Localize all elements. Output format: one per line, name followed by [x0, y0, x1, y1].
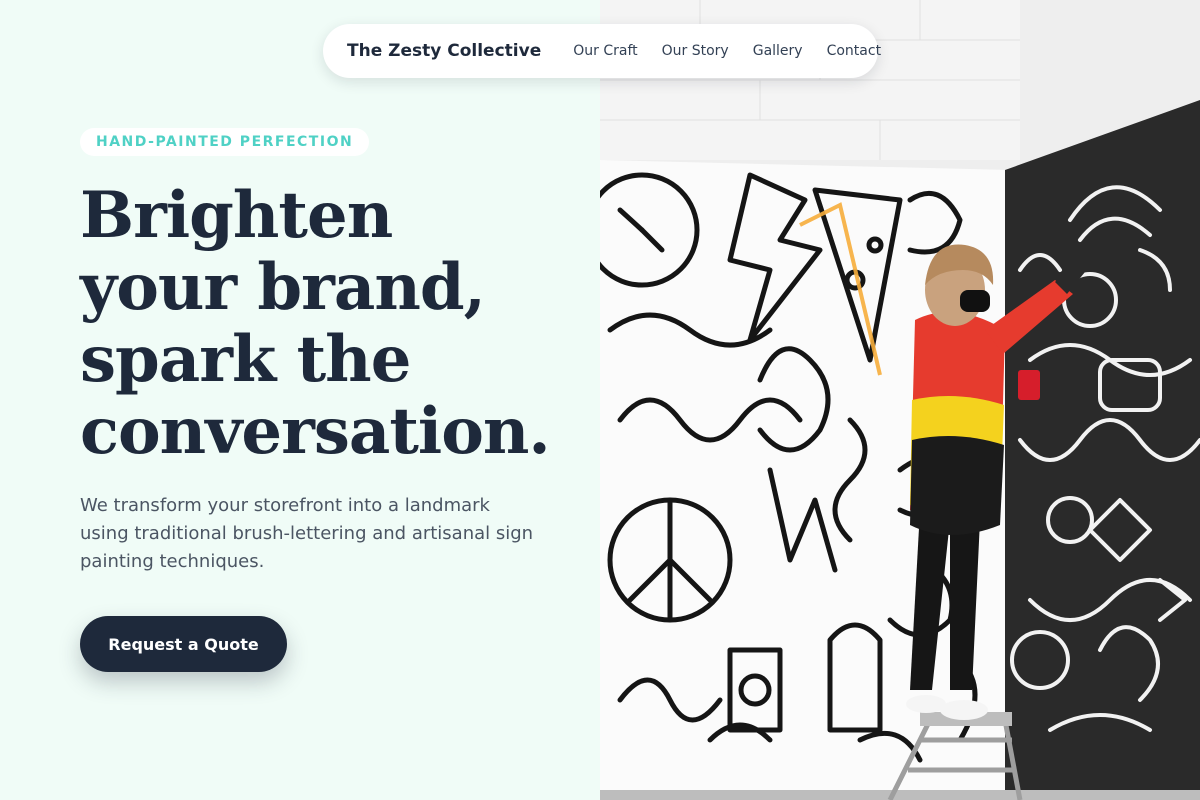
hero-eyebrow: HAND-PAINTED PERFECTION [80, 128, 370, 156]
hero-left-panel: HAND-PAINTED PERFECTION Brighten your br… [0, 0, 600, 800]
nav-link-our-story[interactable]: Our Story [662, 43, 729, 59]
request-quote-button[interactable]: Request a Quote [80, 616, 287, 672]
top-navigation: The Zesty Collective Our Craft Our Story… [323, 24, 881, 78]
headline-line: Brighten [80, 178, 393, 253]
hero-mural-photo [600, 0, 1200, 800]
hero-headline: Brighten your brand, spark the conversat… [80, 180, 590, 468]
headline-line: your brand, [80, 250, 486, 325]
mural-illustration [600, 0, 1200, 800]
brand-logo-text[interactable]: The Zesty Collective [347, 41, 541, 61]
nav-link-gallery[interactable]: Gallery [753, 43, 803, 59]
headline-line: spark the [80, 322, 411, 397]
hero-subtext: We transform your storefront into a land… [80, 495, 534, 572]
nav-link-contact[interactable]: Contact [827, 43, 881, 59]
nav-link-our-craft[interactable]: Our Craft [573, 43, 637, 59]
headline-line: conversation. [80, 394, 551, 469]
